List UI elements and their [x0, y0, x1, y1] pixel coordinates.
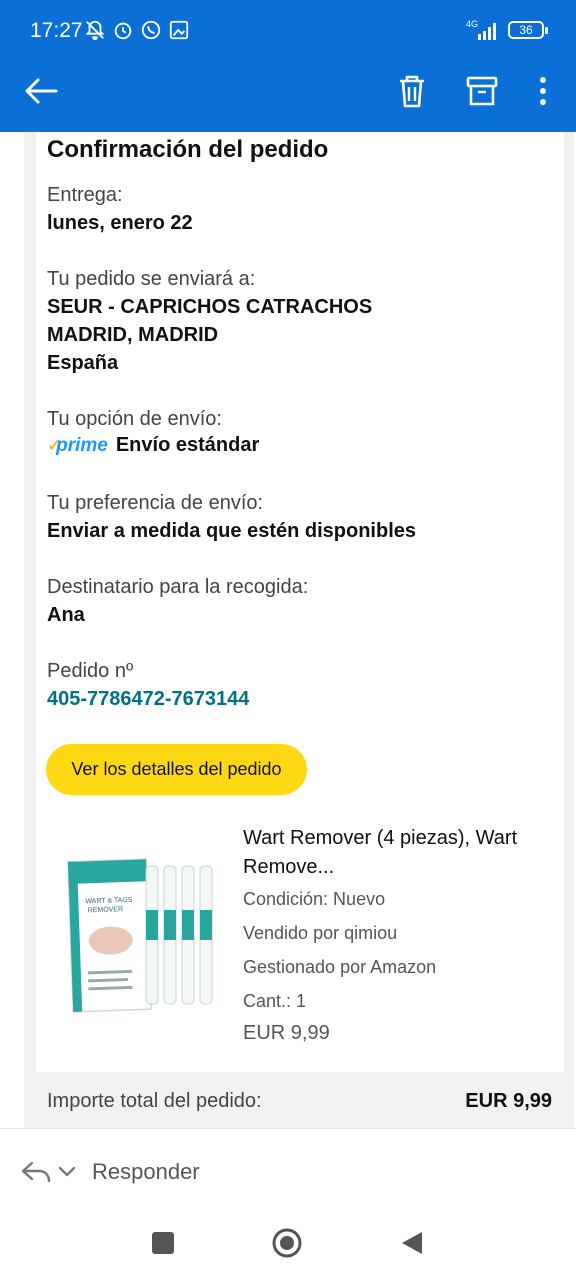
order-total-bar: Importe total del pedido: EUR 9,99	[36, 1072, 564, 1128]
system-nav-bar	[0, 1214, 576, 1280]
pen-applicators	[145, 865, 213, 1005]
ship-to-line-3: España	[47, 352, 119, 374]
product-title-link[interactable]: Wart Remover (4 piezas), Wart Remove...	[243, 824, 543, 882]
reply-icon[interactable]	[20, 1159, 80, 1185]
alarm-icon	[114, 22, 132, 40]
page-title: Confirmación del pedido	[47, 136, 329, 163]
ship-to-label: Tu pedido se enviará a:	[47, 268, 256, 290]
status-bar: 17:27 4G 36	[0, 0, 576, 60]
prime-logo: ✓prime	[47, 435, 108, 457]
reply-label[interactable]: Responder	[92, 1159, 200, 1185]
ship-to-line-2: MADRID, MADRID	[47, 324, 219, 346]
chevron-down-icon[interactable]	[58, 1166, 76, 1177]
order-total-label: Importe total del pedido:	[47, 1090, 262, 1112]
product-image[interactable]: WART & TAGS REMOVER	[60, 832, 220, 1022]
shipping-preference-label: Tu preferencia de envío:	[47, 492, 264, 514]
home-icon[interactable]	[272, 1228, 302, 1258]
prime-logo-text: prime	[56, 434, 108, 456]
notification-icons	[84, 18, 190, 42]
trash-icon[interactable]	[394, 72, 430, 110]
more-vert-icon[interactable]	[530, 72, 556, 110]
shipping-option-label: Tu opción de envío:	[47, 408, 222, 430]
recipient-value: Ana	[47, 604, 85, 626]
reply-bar[interactable]: Responder	[0, 1128, 576, 1214]
delivery-label: Entrega:	[47, 184, 123, 206]
order-total-value: EUR 9,99	[465, 1090, 552, 1112]
svg-text:4G: 4G	[466, 19, 478, 29]
view-order-details-button[interactable]: Ver los detalles del pedido	[46, 744, 307, 795]
shipping-option-value: Envío estándar	[115, 434, 260, 456]
signal-icon: 4G	[466, 19, 496, 40]
image-icon	[169, 20, 189, 40]
bell-off-icon	[85, 20, 105, 41]
recents-icon[interactable]	[152, 1232, 174, 1254]
system-back-icon[interactable]	[400, 1230, 424, 1256]
recipient-label: Destinatario para la recogida:	[47, 576, 309, 598]
order-number-label: Pedido nº	[47, 660, 134, 682]
email-body: Confirmación del pedido Entrega: lunes, …	[0, 132, 576, 1128]
shipping-option: ✓prime Envío estándar	[47, 434, 259, 457]
product-price: EUR 9,99	[243, 1022, 330, 1044]
ship-to-line-1: SEUR - CAPRICHOS CATRACHOS	[47, 296, 373, 318]
status-right: 4G 36	[464, 18, 548, 42]
status-time: 17:27	[30, 19, 83, 42]
delivery-value: lunes, enero 22	[47, 212, 193, 234]
product-seller: Vendido por qimiou	[243, 923, 398, 943]
battery-indicator: 36	[508, 21, 548, 39]
product-fulfillment: Gestionado por Amazon	[243, 957, 437, 977]
product-quantity: Cant.: 1	[243, 991, 307, 1011]
product-condition: Condición: Nuevo	[243, 889, 386, 909]
order-number-link[interactable]: 405-7786472-7673144	[47, 688, 249, 711]
archive-icon[interactable]	[464, 72, 500, 110]
back-arrow-icon[interactable]	[22, 72, 60, 110]
shipping-preference-value: Enviar a medida que estén disponibles	[47, 520, 416, 542]
product-box-text-2: REMOVER	[88, 906, 124, 914]
app-bar: 17:27 4G 36	[0, 0, 576, 132]
whatsapp-icon	[141, 20, 161, 40]
